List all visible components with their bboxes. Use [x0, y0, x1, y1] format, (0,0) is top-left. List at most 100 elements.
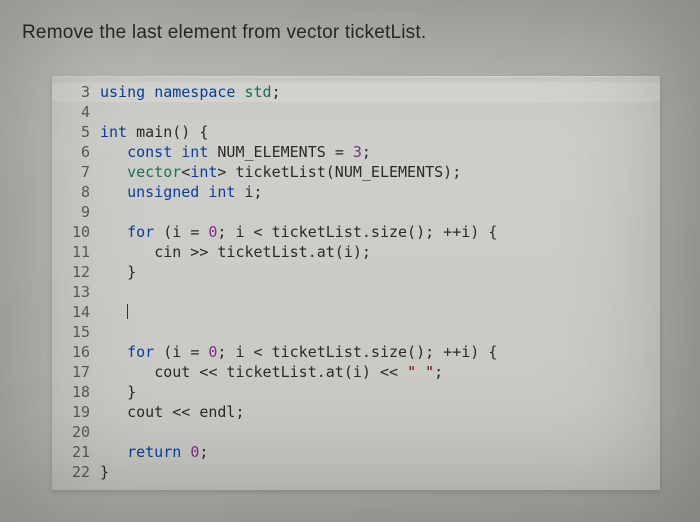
line-number: 7 — [52, 162, 100, 182]
line-number: 6 — [52, 142, 100, 162]
code-line: 18 } — [52, 382, 660, 402]
line-number: 17 — [52, 362, 100, 382]
code-line: 13 — [52, 282, 660, 302]
line-number: 9 — [52, 202, 100, 222]
code-source: return 0; — [100, 442, 660, 462]
code-token: > — [217, 163, 235, 181]
code-token: cout << endl; — [127, 403, 244, 421]
code-source: using namespace std; — [100, 82, 660, 102]
code-line: 6 const int NUM_ELEMENTS = 3; — [52, 142, 660, 162]
code-token: using — [100, 83, 154, 101]
code-token: } — [100, 463, 109, 481]
code-token: cout << ticketList.at(i) << — [154, 363, 407, 381]
code-line: 10 for (i = 0; i < ticketList.size(); ++… — [52, 222, 660, 242]
code-token: ; — [199, 443, 208, 461]
code-token: int — [190, 163, 217, 181]
code-source: } — [100, 462, 660, 482]
code-source — [100, 302, 660, 322]
code-token: (i — [163, 223, 190, 241]
line-number: 8 — [52, 182, 100, 202]
code-token: cin >> ticketList.at(i); — [154, 243, 371, 261]
code-token: (i — [163, 343, 190, 361]
code-token: ; — [254, 183, 263, 201]
line-number: 22 — [52, 462, 100, 482]
code-source: vector<int> ticketList(NUM_ELEMENTS); — [100, 162, 660, 182]
code-source: cout << ticketList.at(i) << " "; — [100, 362, 660, 382]
line-number: 12 — [52, 262, 100, 282]
code-token: ticketList — [235, 163, 325, 181]
code-source: } — [100, 382, 660, 402]
code-token: } — [127, 263, 136, 281]
code-line: 20 — [52, 422, 660, 442]
code-line: 16 for (i = 0; i < ticketList.size(); ++… — [52, 342, 660, 362]
code-source: int main() { — [100, 122, 660, 142]
code-token: 0 — [190, 443, 199, 461]
code-token: std — [245, 83, 272, 101]
line-number: 5 — [52, 122, 100, 142]
line-number: 18 — [52, 382, 100, 402]
code-token: = — [190, 343, 208, 361]
code-source: const int NUM_ELEMENTS = 3; — [100, 142, 660, 162]
code-token: () { — [172, 123, 208, 141]
code-token: 3 — [353, 143, 362, 161]
line-number: 10 — [52, 222, 100, 242]
code-token: ; i < ticketList.size(); ++i) { — [217, 223, 497, 241]
code-token: < — [181, 163, 190, 181]
code-line: 14 — [52, 302, 660, 322]
code-token: int — [100, 123, 136, 141]
code-line: 17 cout << ticketList.at(i) << " "; — [52, 362, 660, 382]
code-token: ; — [434, 363, 443, 381]
code-token: for — [127, 343, 163, 361]
line-number: 21 — [52, 442, 100, 462]
screenshot-root: Remove the last element from vector tick… — [0, 0, 700, 522]
code-line: 11 cin >> ticketList.at(i); — [52, 242, 660, 262]
code-token: const int — [127, 143, 217, 161]
code-source: cin >> ticketList.at(i); — [100, 242, 660, 262]
code-line: 21 return 0; — [52, 442, 660, 462]
code-token: ; — [362, 143, 371, 161]
code-line: 9 — [52, 202, 660, 222]
code-token: (NUM_ELEMENTS); — [326, 163, 461, 181]
code-line: 7 vector<int> ticketList(NUM_ELEMENTS); — [52, 162, 660, 182]
code-token: } — [127, 383, 136, 401]
code-line: 4 — [52, 102, 660, 122]
code-token: return — [127, 443, 190, 461]
code-line: 15 — [52, 322, 660, 342]
question-prompt: Remove the last element from vector tick… — [0, 0, 700, 54]
code-token: " " — [407, 363, 434, 381]
code-token: ; — [272, 83, 281, 101]
code-token: i — [245, 183, 254, 201]
line-number: 4 — [52, 102, 100, 122]
line-number: 13 — [52, 282, 100, 302]
code-token: unsigned int — [127, 183, 244, 201]
line-number: 19 — [52, 402, 100, 422]
code-source: } — [100, 262, 660, 282]
code-line: 5int main() { — [52, 122, 660, 142]
code-line: 19 cout << endl; — [52, 402, 660, 422]
code-token: namespace — [154, 83, 244, 101]
line-number: 3 — [52, 82, 100, 102]
code-token: ; i < ticketList.size(); ++i) { — [217, 343, 497, 361]
code-line: 3using namespace std; — [52, 82, 660, 102]
code-line: 12 } — [52, 262, 660, 282]
line-number: 14 — [52, 302, 100, 322]
code-source: for (i = 0; i < ticketList.size(); ++i) … — [100, 342, 660, 362]
code-block: 3using namespace std;45int main() {6 con… — [52, 76, 660, 490]
code-token: vector — [127, 163, 181, 181]
line-number: 15 — [52, 322, 100, 342]
code-token: main — [136, 123, 172, 141]
text-cursor-icon — [127, 304, 128, 319]
code-token: = — [335, 143, 353, 161]
line-number: 20 — [52, 422, 100, 442]
code-source: cout << endl; — [100, 402, 660, 422]
code-source: unsigned int i; — [100, 182, 660, 202]
line-number: 11 — [52, 242, 100, 262]
code-token: for — [127, 223, 163, 241]
code-lines: 3using namespace std;45int main() {6 con… — [52, 76, 660, 490]
code-token: NUM_ELEMENTS — [217, 143, 334, 161]
line-number: 16 — [52, 342, 100, 362]
code-line: 8 unsigned int i; — [52, 182, 660, 202]
code-source: for (i = 0; i < ticketList.size(); ++i) … — [100, 222, 660, 242]
code-line: 22} — [52, 462, 660, 482]
code-token: = — [190, 223, 208, 241]
